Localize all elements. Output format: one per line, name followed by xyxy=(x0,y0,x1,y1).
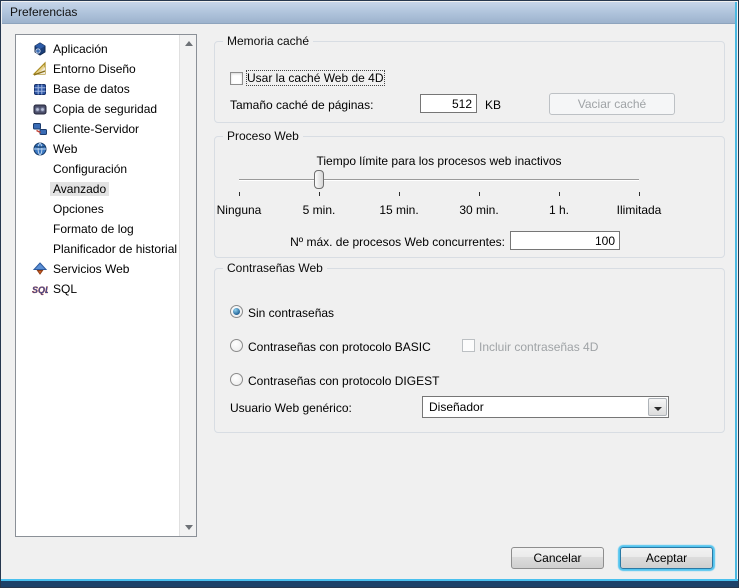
client-server-icon xyxy=(32,121,48,137)
window-bottom-edge xyxy=(1,579,738,587)
group-title: Contraseñas Web xyxy=(223,261,327,275)
tree-item-label: SQL xyxy=(53,282,77,296)
preferences-tree: Aplicación Entorno Diseño Base de datos … xyxy=(15,34,197,537)
tree-item-servicios-web[interactable]: Servicios Web xyxy=(16,259,176,279)
tree-item-planificador-de-historial[interactable]: Planificador de historial xyxy=(16,239,176,259)
slider-tick xyxy=(479,192,480,196)
titlebar[interactable]: Preferencias xyxy=(2,2,737,24)
chevron-down-icon xyxy=(654,407,662,411)
page-cache-unit-label: KB xyxy=(485,98,501,112)
page-cache-size-label: Tamaño caché de páginas: xyxy=(230,98,373,112)
group-title: Proceso Web xyxy=(223,129,303,143)
tree-item-label: Servicios Web xyxy=(53,262,129,276)
tree-item-label: Aplicación xyxy=(53,42,108,56)
scroll-down-button[interactable] xyxy=(180,519,196,536)
timeout-slider-thumb[interactable] xyxy=(314,170,324,189)
generic-web-user-value: Diseñador xyxy=(429,400,484,414)
slider-tick-label: 1 h. xyxy=(519,203,599,217)
group-contrasenas-web: Contraseñas Web Sin contraseñas Contrase… xyxy=(214,268,725,433)
slider-tick-label: Ninguna xyxy=(199,203,279,217)
tree-item-label: Planificador de historial xyxy=(53,242,177,256)
slider-tick xyxy=(239,192,240,196)
group-title: Memoria caché xyxy=(223,34,313,48)
tree-item-base-de-datos[interactable]: Base de datos xyxy=(16,79,176,99)
cancel-button[interactable]: Cancelar xyxy=(511,547,604,569)
tree-item-configuracion[interactable]: Configuración xyxy=(16,159,176,179)
slider-caption: Tiempo límite para los procesos web inac… xyxy=(239,154,639,168)
dropdown-button[interactable] xyxy=(648,398,667,416)
tree-item-cliente-servidor[interactable]: Cliente-Servidor xyxy=(16,119,176,139)
tree-item-opciones[interactable]: Opciones xyxy=(16,199,176,219)
slider-tick-label: 15 min. xyxy=(359,203,439,217)
no-passwords-label[interactable]: Sin contraseñas xyxy=(248,306,334,320)
window-right-edge xyxy=(735,2,737,579)
application-icon xyxy=(32,41,48,57)
accept-button-label: Aceptar xyxy=(621,548,712,568)
tree-item-label: Configuración xyxy=(53,162,127,176)
design-tools-icon xyxy=(32,61,48,77)
include-4d-passwords-checkbox xyxy=(462,339,475,352)
no-passwords-radio[interactable] xyxy=(230,305,243,318)
group-memoria-cache: Memoria caché Usar la caché Web de 4D Ta… xyxy=(214,41,725,123)
tree-item-web[interactable]: Web xyxy=(16,139,176,159)
tree-item-sql[interactable]: SQL SQL xyxy=(16,279,176,299)
slider-tick-label: Ilimitada xyxy=(599,203,679,217)
preferences-dialog: Preferencias Aplicación Entorno Diseño B… xyxy=(0,0,739,588)
window-title: Preferencias xyxy=(10,5,77,19)
slider-tick xyxy=(639,192,640,196)
tree-item-avanzado[interactable]: Avanzado xyxy=(16,179,176,199)
timeout-slider-track[interactable] xyxy=(239,179,639,181)
use-web-cache-label[interactable]: Usar la caché Web de 4D xyxy=(247,71,384,85)
tree-item-copia-de-seguridad[interactable]: Copia de seguridad xyxy=(16,99,176,119)
tree-item-label: Web xyxy=(53,142,77,156)
slider-tick xyxy=(399,192,400,196)
slider-tick-label: 30 min. xyxy=(439,203,519,217)
tree-item-label: Formato de log xyxy=(53,222,134,236)
slider-tick xyxy=(319,192,320,196)
group-proceso-web: Proceso Web Tiempo límite para los proce… xyxy=(214,136,725,258)
tree-item-label: Avanzado xyxy=(50,182,109,196)
clear-cache-button-label: Vaciar caché xyxy=(550,94,674,114)
tree-item-label: Opciones xyxy=(53,202,104,216)
digest-protocol-radio[interactable] xyxy=(230,373,243,386)
database-icon xyxy=(32,81,48,97)
tree-item-label: Copia de seguridad xyxy=(53,102,157,116)
scroll-up-button[interactable] xyxy=(180,35,196,52)
accept-button[interactable]: Aceptar xyxy=(620,547,713,569)
web-services-icon xyxy=(32,261,48,277)
basic-protocol-label[interactable]: Contraseñas con protocolo BASIC xyxy=(248,340,431,354)
scroll-up-icon xyxy=(185,41,193,46)
tree-item-aplicacion[interactable]: Aplicación xyxy=(16,39,176,59)
svg-text:SQL: SQL xyxy=(32,285,48,295)
basic-protocol-radio[interactable] xyxy=(230,339,243,352)
tree-scrollbar[interactable] xyxy=(179,35,196,536)
tree-item-label: Base de datos xyxy=(53,82,130,96)
tree-item-label: Entorno Diseño xyxy=(53,62,136,76)
page-cache-size-input[interactable] xyxy=(420,94,477,113)
scroll-down-icon xyxy=(185,525,193,530)
digest-protocol-label[interactable]: Contraseñas con protocolo DIGEST xyxy=(248,374,439,388)
generic-web-user-label: Usuario Web genérico: xyxy=(230,401,352,415)
slider-tick-label: 5 min. xyxy=(279,203,359,217)
max-processes-input[interactable] xyxy=(510,231,620,250)
use-web-cache-checkbox[interactable] xyxy=(230,72,243,85)
tree-item-entorno-diseno[interactable]: Entorno Diseño xyxy=(16,59,176,79)
generic-web-user-dropdown[interactable]: Diseñador xyxy=(422,396,669,418)
globe-icon xyxy=(32,141,48,157)
max-processes-label: Nº máx. de procesos Web concurrentes: xyxy=(245,235,505,249)
cancel-button-label: Cancelar xyxy=(512,548,603,568)
backup-icon xyxy=(32,101,48,117)
sql-icon: SQL xyxy=(32,281,48,297)
tree-item-label: Cliente-Servidor xyxy=(53,122,139,136)
clear-cache-button: Vaciar caché xyxy=(549,93,675,115)
slider-tick xyxy=(559,192,560,196)
tree-item-formato-de-log[interactable]: Formato de log xyxy=(16,219,176,239)
include-4d-passwords-label: Incluir contraseñas 4D xyxy=(479,340,598,354)
